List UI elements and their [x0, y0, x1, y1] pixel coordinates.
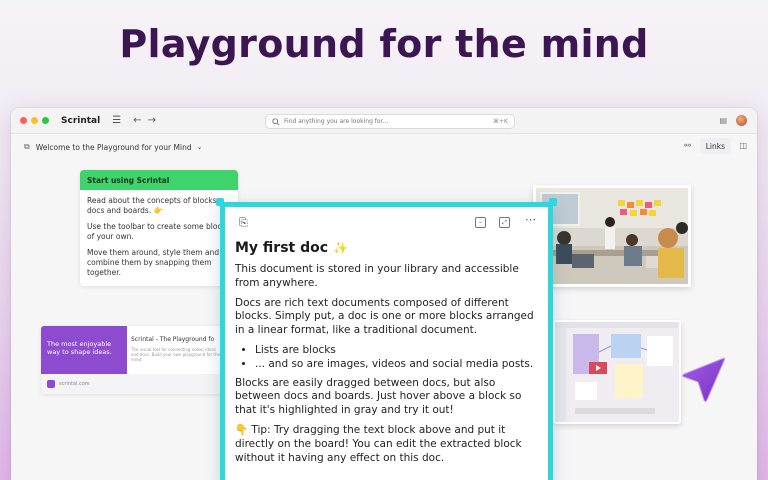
doc-title-text: My first doc [235, 240, 329, 256]
panel-icon[interactable]: ▤ [719, 116, 727, 125]
link-description: The visual tool for connecting notes, id… [131, 347, 220, 362]
expand-icon[interactable]: ⤢ [499, 217, 510, 228]
doc-toolbar: ⎘ – ⤢ ⋯ [235, 213, 538, 232]
doc-paragraph[interactable]: This document is stored in your library … [235, 263, 538, 291]
board-preview-image [555, 322, 679, 422]
doc-paragraph[interactable]: Blocks are easily dragged between docs, … [235, 377, 538, 418]
link-domain: scrintal.com [59, 381, 90, 387]
sidebar-toggle-icon[interactable]: ◫ [739, 141, 747, 150]
collapse-icon[interactable]: – [475, 217, 486, 228]
office-photo [536, 188, 688, 284]
search-input[interactable]: Find anything you are looking for... ⌘+K [265, 114, 515, 129]
board-title[interactable]: Welcome to the Playground for your Mind [36, 143, 192, 152]
back-arrow-icon[interactable]: ← [133, 115, 141, 126]
list-item[interactable]: ... and so are images, videos and social… [255, 358, 538, 372]
sparkles-icon: ✨ [332, 241, 348, 255]
minimize-window-button[interactable] [31, 117, 38, 124]
maximize-window-button[interactable] [42, 117, 49, 124]
start-card-item: Move them around, style them and combine… [87, 248, 220, 277]
forward-arrow-icon[interactable]: → [148, 115, 156, 126]
search-shortcut: ⌘+K [493, 118, 508, 125]
link-thumbnail-text: The most enjoyable way to shape ideas. [47, 340, 112, 356]
link-preview-card[interactable]: The most enjoyable way to shape ideas. S… [41, 326, 226, 394]
doc-title: My first doc ✨ [235, 240, 538, 256]
avatar[interactable] [736, 115, 747, 126]
more-options-icon[interactable]: ⋯ [525, 213, 536, 226]
doc-bullet-list: Lists are blocks ... and so are images, … [235, 344, 538, 372]
link-thumbnail: The most enjoyable way to shape ideas. [41, 326, 127, 374]
start-card[interactable]: Start using Scrintal Read about the conc… [80, 170, 238, 286]
doc-tip[interactable]: 👇 Tip: Try dragging the text block above… [235, 424, 538, 465]
title-bar: Scrintal ☰ ← → Find anything you are loo… [11, 108, 757, 134]
start-card-item: Use the toolbar to create some blocks of… [87, 222, 230, 241]
close-window-button[interactable] [20, 117, 27, 124]
doc-paragraph[interactable]: Docs are rich text documents composed of… [235, 297, 538, 338]
favicon-icon [47, 380, 55, 388]
start-card-item: Read about the concepts of blocks, docs … [87, 196, 219, 215]
link-footer: scrintal.com [41, 374, 226, 394]
graph-icon[interactable]: ⚯ [684, 141, 691, 150]
doc-card[interactable]: ⎘ – ⤢ ⋯ My first doc ✨ This document is … [220, 202, 553, 480]
start-card-title: Start using Scrintal [80, 170, 238, 190]
doc-icon: ⎘ [239, 216, 248, 229]
links-label: Links [705, 141, 725, 151]
resize-handle[interactable] [216, 198, 224, 206]
board-icon: ⧉ [24, 142, 30, 151]
pointer-cursor-icon [682, 357, 725, 402]
board-preview-card[interactable] [553, 320, 681, 424]
app-title: Scrintal [61, 115, 101, 126]
link-title: Scrintal - The Playground fo [131, 336, 215, 343]
links-button[interactable]: Links [699, 138, 731, 154]
search-placeholder: Find anything you are looking for... [284, 118, 389, 125]
resize-handle[interactable] [549, 198, 557, 206]
board-header: ⧉ Welcome to the Playground for your Min… [11, 134, 757, 160]
page-headline: Playground for the mind [119, 22, 649, 66]
chevron-down-icon[interactable]: ⌄ [197, 143, 203, 151]
menu-icon[interactable]: ☰ [112, 115, 121, 126]
search-icon [272, 117, 280, 126]
list-item[interactable]: Lists are blocks [255, 344, 538, 358]
